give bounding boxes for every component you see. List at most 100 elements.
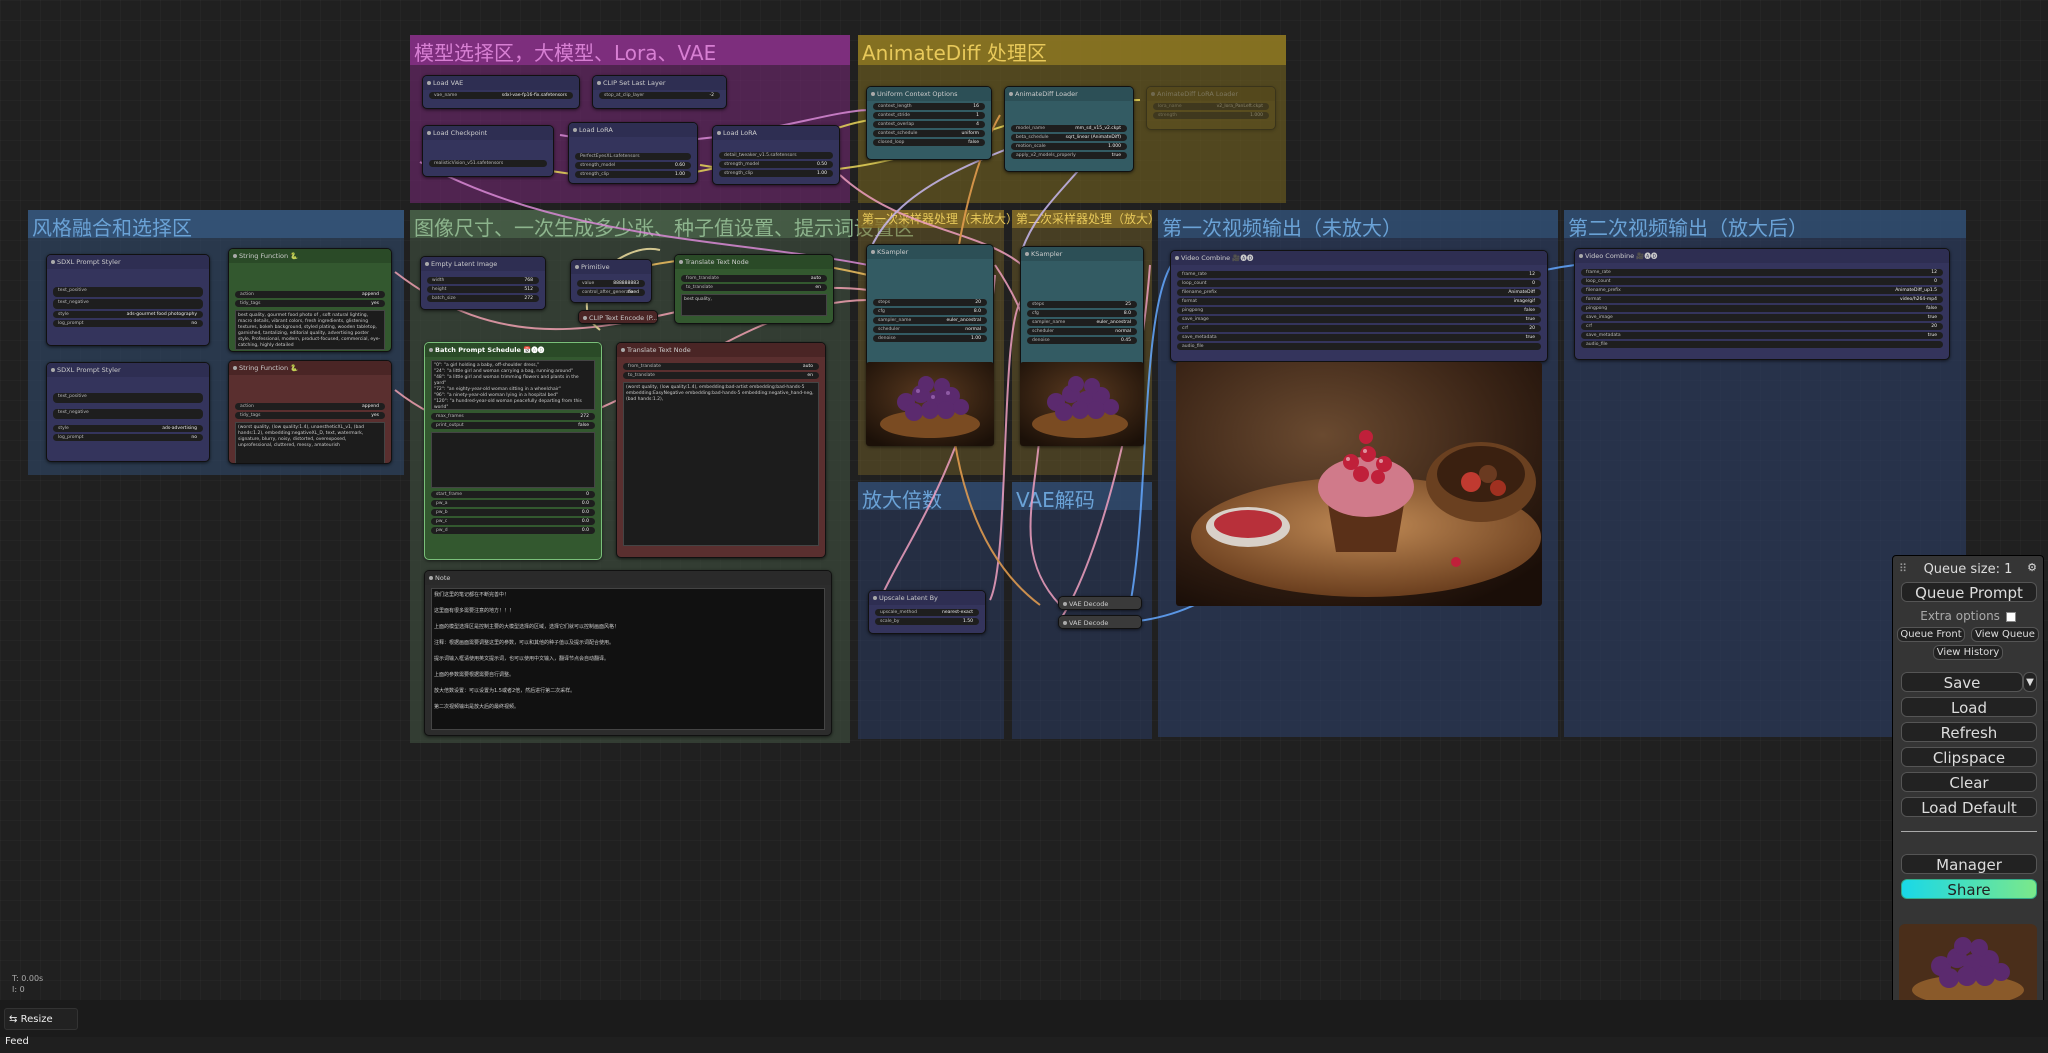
steps-widget[interactable]: steps 25 [1027, 301, 1137, 308]
width-widget[interactable]: width 768 [427, 277, 539, 284]
batch-prompt-schedule-node[interactable]: Batch Prompt Schedule 📅🅐🅓 "0": "a girl h… [424, 342, 602, 560]
video-combine-node-2[interactable]: Video Combine 🎥🅐🅓 frame_rate 12 loop_coun… [1574, 248, 1950, 360]
load-vae-node[interactable]: Load VAE vae_name sdxl-vae-fp16-fix.safet… [422, 75, 580, 109]
crf-widget[interactable]: crf 20 [1177, 325, 1541, 332]
vae-decode-node-1[interactable]: VAE Decode [1058, 596, 1142, 610]
text-negative-widget[interactable]: text_negative [53, 299, 203, 309]
text-textarea[interactable]: (worst quality, (low quality:1.4), unaes… [235, 422, 385, 463]
from-translate-widget[interactable]: from_translate auto [681, 275, 827, 282]
format-widget[interactable]: format image/gif [1177, 298, 1541, 305]
vae-decode-node-2[interactable]: VAE Decode [1058, 615, 1142, 629]
log-prompt-widget[interactable]: log_prompt no [53, 434, 203, 441]
context-stride-widget[interactable]: context_stride 1 [873, 112, 985, 119]
lora-name-widget[interactable]: detail_tweaker_v1.5.safetensors [719, 152, 833, 159]
load-button[interactable]: Load [1901, 697, 2037, 717]
upscale-latent-by-node[interactable]: Upscale Latent By upscale_method nearest-… [868, 590, 986, 634]
action-widget[interactable]: action append [235, 291, 385, 298]
scheduler-widget[interactable]: scheduler normal [1027, 328, 1137, 335]
closed-loop-widget[interactable]: closed_loop false [873, 139, 985, 146]
save-metadata-widget[interactable]: save_metadata true [1581, 332, 1943, 339]
ckpt-name-widget[interactable]: realisticVision_v51.safetensors [429, 160, 547, 167]
filename-prefix-widget[interactable]: filename_prefix AnimateDiff [1177, 289, 1541, 296]
load-lora-node-2[interactable]: Load LoRA detail_tweaker_v1.5.safetensor… [712, 125, 840, 185]
frame-rate-widget[interactable]: frame_rate 12 [1177, 271, 1541, 278]
strength-model-widget[interactable]: strength_model 0.50 [719, 161, 833, 168]
chevron-down-icon[interactable]: ▼ [2023, 672, 2037, 692]
prompt-textarea[interactable]: "0": "a girl holding a baby, off-shoulde… [431, 360, 595, 410]
text-textarea[interactable]: (worst quality, (low quality:1.4), embed… [623, 382, 819, 546]
clipspace-button[interactable]: Clipspace [1901, 747, 2037, 767]
primitive-node[interactable]: Primitive value 888888883 control_after_g… [570, 259, 652, 303]
translate-text-node-2[interactable]: Translate Text Node from_translate auto t… [616, 342, 826, 558]
text-positive-widget[interactable]: text_positive [53, 393, 203, 403]
model-name-widget[interactable]: model_name mm_sd_v15_v2.ckpt [1011, 125, 1127, 132]
lora-name-widget[interactable]: lora_name v2_lora_PanLeft.ckpt [1153, 103, 1269, 110]
height-widget[interactable]: height 512 [427, 286, 539, 293]
sampler-name-widget[interactable]: sampler_name euler_ancestral [873, 317, 987, 324]
context-schedule-widget[interactable]: context_schedule uniform [873, 130, 985, 137]
action-widget[interactable]: action append [235, 403, 385, 410]
manager-button[interactable]: Manager [1901, 854, 2037, 874]
audio-file-widget[interactable]: audio_file [1177, 343, 1541, 350]
view-queue-button[interactable]: View Queue [1971, 627, 2039, 642]
load-default-button[interactable]: Load Default [1901, 797, 2037, 817]
scheduler-widget[interactable]: scheduler normal [873, 326, 987, 333]
queue-prompt-button[interactable]: Queue Prompt [1901, 582, 2037, 602]
audio-file-widget[interactable]: audio_file [1581, 341, 1943, 348]
to-translate-widget[interactable]: to_translate en [681, 284, 827, 291]
load-checkpoint-node[interactable]: Load Checkpoint realisticVision_v51.safe… [422, 125, 554, 177]
loop-count-widget[interactable]: loop_count 0 [1177, 280, 1541, 287]
vae-name-widget[interactable]: vae_name sdxl-vae-fp16-fix.safetensors [429, 92, 573, 99]
strength-clip-widget[interactable]: strength_clip 1.00 [575, 171, 691, 178]
seed-value-widget[interactable]: value 888888883 [577, 280, 645, 287]
sdxl-prompt-styler-node-2[interactable]: SDXL Prompt Styler text_positive text_ne… [46, 362, 210, 462]
strength-widget[interactable]: strength 1.000 [1153, 112, 1269, 119]
lora-name-widget[interactable]: PerfectEyesXL.safetensors [575, 153, 691, 160]
share-button[interactable]: Share [1901, 879, 2037, 899]
strength-clip-widget[interactable]: strength_clip 1.00 [719, 170, 833, 177]
string-function-node-1[interactable]: String Function 🐍 action append tidy_tags… [228, 248, 392, 352]
note-textarea[interactable]: 我们这里的笔记都在不断完善中！ 这里面有很多需要注意的地方！！！ 上面的模型选择… [431, 588, 825, 730]
scale-by-widget[interactable]: scale_by 1.50 [875, 618, 979, 625]
animatediff-loader-node[interactable]: AnimateDiff Loader model_name mm_sd_v15_v… [1004, 86, 1134, 172]
loop-count-widget[interactable]: loop_count 0 [1581, 278, 1943, 285]
print-output-widget[interactable]: print_output false [431, 422, 595, 429]
start-frame-widget[interactable]: start_frame 0 [431, 491, 595, 498]
save-metadata-widget[interactable]: save_metadata true [1177, 334, 1541, 341]
tidy-tags-widget[interactable]: tidy_tags yes [235, 412, 385, 419]
pw-d-widget[interactable]: pw_d 0.0 [431, 527, 595, 534]
upscale-method-widget[interactable]: upscale_method nearest-exact [875, 609, 979, 616]
crf-widget[interactable]: crf 20 [1581, 323, 1943, 330]
sdxl-prompt-styler-node-1[interactable]: SDXL Prompt Styler text_positive text_ne… [46, 254, 210, 346]
denoise-widget[interactable]: denoise 1.00 [873, 335, 987, 342]
pw-a-widget[interactable]: pw_a 0.0 [431, 500, 595, 507]
control-after-generate-widget[interactable]: control_after_generate fixed [577, 289, 645, 296]
load-lora-node-1[interactable]: Load LoRA PerfectEyesXL.safetensors stre… [568, 122, 698, 184]
context-length-widget[interactable]: context_length 16 [873, 103, 985, 110]
log-prompt-widget[interactable]: log_prompt no [53, 320, 203, 327]
text-positive-widget[interactable]: text_positive [53, 287, 203, 297]
pw-b-widget[interactable]: pw_b 0.0 [431, 509, 595, 516]
uniform-context-options-node[interactable]: Uniform Context Options context_length 16… [866, 86, 992, 160]
animatediff-lora-loader-node[interactable]: AnimateDiff LoRA Loader lora_name v2_lora… [1146, 86, 1276, 130]
cfg-widget[interactable]: cfg 8.0 [1027, 310, 1137, 317]
apply-v2-widget[interactable]: apply_v2_models_properly true [1011, 152, 1127, 159]
note-node[interactable]: Note 我们这里的笔记都在不断完善中！ 这里面有很多需要注意的地方！！！ 上面… [424, 570, 832, 736]
clip-text-encode-node[interactable]: CLIP Text Encode (P... [578, 310, 658, 324]
style-widget[interactable]: style ads-advertising [53, 425, 203, 432]
refresh-button[interactable]: Refresh [1901, 722, 2037, 742]
pingpong-widget[interactable]: pingpong false [1177, 307, 1541, 314]
filename-prefix-widget[interactable]: filename_prefix AnimateDiff_up1.5 [1581, 287, 1943, 294]
queue-control-panel[interactable]: ⠿ Queue size: 1 ⚙ Queue Prompt Extra opt… [1892, 555, 2044, 1015]
style-widget[interactable]: style ads-gourmet food photography [53, 311, 203, 318]
queue-front-button[interactable]: Queue Front [1897, 627, 1965, 642]
frame-rate-widget[interactable]: frame_rate 12 [1581, 269, 1943, 276]
resize-feed-button[interactable]: ⇆ Resize Feed [4, 1008, 78, 1047]
clip-set-last-layer-node[interactable]: CLIP Set Last Layer stop_at_clip_layer -2 [592, 75, 727, 109]
video-combine-node-1[interactable]: Video Combine 🎥🅐🅓 frame_rate 12 loop_coun… [1170, 250, 1548, 362]
batch-size-widget[interactable]: batch_size 272 [427, 295, 539, 302]
stop-at-clip-layer-widget[interactable]: stop_at_clip_layer -2 [599, 92, 720, 99]
beta-schedule-widget[interactable]: beta_schedule sqrt_linear (AnimateDiff) [1011, 134, 1127, 141]
save-button[interactable]: Save [1901, 672, 2023, 692]
pw-c-widget[interactable]: pw_c 0.0 [431, 518, 595, 525]
